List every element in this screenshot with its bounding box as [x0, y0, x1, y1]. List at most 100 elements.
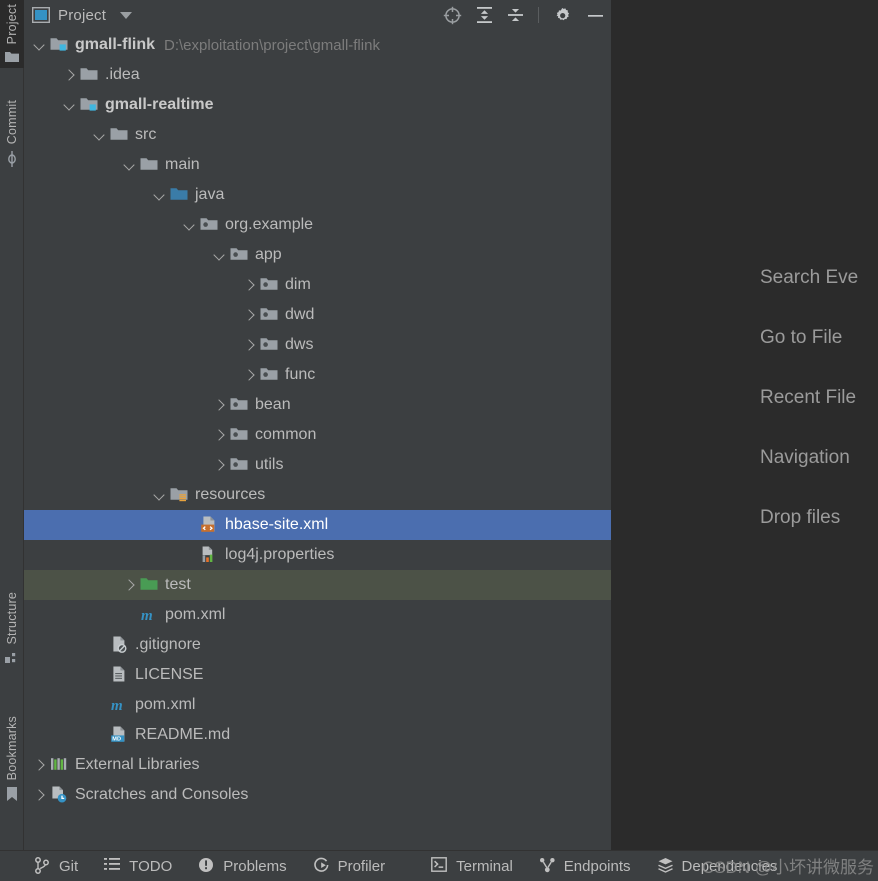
tree-row-label: resources — [195, 486, 266, 503]
chevron-down-icon[interactable] — [93, 128, 105, 141]
expand-all-icon[interactable] — [476, 6, 493, 24]
strip-item-bookmarks[interactable]: Bookmarks — [0, 712, 24, 807]
tree-row[interactable]: bean — [24, 390, 611, 420]
status-item-git[interactable]: Git — [34, 857, 78, 875]
svg-text:m: m — [111, 698, 123, 713]
libraries-icon — [50, 756, 68, 774]
tree-row[interactable]: gmall-realtime — [24, 90, 611, 120]
tree-row[interactable]: gmall-flink D:\exploitation\project\gmall… — [24, 30, 611, 60]
tree-row[interactable]: log4j.properties — [24, 540, 611, 570]
tree-row[interactable]: .gitignore — [24, 630, 611, 660]
module-folder-icon — [50, 36, 68, 54]
strip-item-structure[interactable]: Structure — [0, 588, 24, 669]
status-item-endpoints[interactable]: Endpoints — [539, 857, 631, 875]
strip-item-commit[interactable]: Commit — [0, 96, 24, 172]
ide-window: Project Commit Structure Bookmarks Proje… — [0, 0, 878, 881]
problems-icon — [198, 857, 216, 875]
hint-recent-files: Recent File — [760, 387, 857, 408]
tree-row[interactable]: m pom.xml — [24, 690, 611, 720]
chevron-right-icon[interactable] — [243, 338, 255, 351]
chevron-down-icon[interactable] — [183, 218, 195, 231]
tree-row[interactable]: LICENSE — [24, 660, 611, 690]
chevron-down-icon[interactable] — [120, 11, 133, 19]
svg-text:m: m — [141, 608, 153, 623]
status-item-terminal[interactable]: Terminal — [431, 857, 513, 875]
chevron-down-icon[interactable] — [123, 158, 135, 171]
folder-icon — [140, 156, 158, 174]
tree-row-label: src — [135, 126, 157, 143]
tree-row[interactable]: hbase-site.xml — [24, 510, 611, 540]
chevron-right-icon[interactable] — [123, 578, 135, 591]
tree-row[interactable]: java — [24, 180, 611, 210]
chevron-right-icon[interactable] — [243, 368, 255, 381]
tree-row-label: org.example — [225, 216, 314, 233]
status-item-dependencies-label: Dependencies — [681, 857, 778, 875]
tree-row-label: dwd — [285, 306, 315, 323]
status-item-todo[interactable]: TODO — [104, 857, 172, 875]
toolbar-divider — [538, 7, 539, 23]
tree-row-label: test — [165, 576, 191, 593]
tree-row[interactable]: src — [24, 120, 611, 150]
editor-hints: Search Eve Go to File Recent File Naviga… — [611, 248, 878, 548]
status-item-profiler-label: Profiler — [337, 857, 386, 875]
tree-row-label: dim — [285, 276, 311, 293]
status-item-profiler[interactable]: Profiler — [313, 857, 386, 875]
tree-row[interactable]: MD README.md — [24, 720, 611, 750]
tree-row[interactable]: org.example — [24, 210, 611, 240]
test-root-folder-icon — [140, 576, 158, 594]
chevron-right-icon[interactable] — [213, 428, 225, 441]
tree-row-label: bean — [255, 396, 291, 413]
chevron-down-icon[interactable] — [33, 38, 45, 51]
tree-row-label: .gitignore — [135, 636, 201, 653]
chevron-right-icon[interactable] — [63, 68, 75, 81]
select-opened-file-icon[interactable] — [443, 6, 462, 25]
settings-gear-icon[interactable] — [553, 6, 572, 25]
status-item-git-label: Git — [59, 857, 79, 875]
left-tool-strip: Project Commit Structure Bookmarks — [0, 0, 24, 850]
tree-row[interactable]: common — [24, 420, 611, 450]
tree-row[interactable]: resources — [24, 480, 611, 510]
hide-icon[interactable] — [586, 6, 605, 25]
folder-icon — [110, 126, 128, 144]
tree-row[interactable]: Scratches and Consoles — [24, 780, 611, 810]
tree-row[interactable]: main — [24, 150, 611, 180]
chevron-down-icon[interactable] — [153, 188, 165, 201]
tree-row[interactable]: app — [24, 240, 611, 270]
chevron-down-icon[interactable] — [153, 488, 165, 501]
tree-row[interactable]: test — [24, 570, 611, 600]
status-item-dependencies[interactable]: Dependencies — [657, 857, 778, 875]
profiler-icon — [313, 857, 331, 875]
chevron-right-icon[interactable] — [33, 758, 45, 771]
strip-item-project[interactable]: Project — [0, 0, 24, 69]
chevron-down-icon[interactable] — [213, 248, 225, 261]
collapse-all-icon[interactable] — [507, 6, 524, 24]
hint-navigation: Navigation — [760, 447, 850, 468]
chevron-right-icon[interactable] — [213, 398, 225, 411]
chevron-right-icon[interactable] — [213, 458, 225, 471]
tree-row[interactable]: utils — [24, 450, 611, 480]
chevron-down-icon[interactable] — [63, 98, 75, 111]
package-icon — [260, 336, 278, 354]
chevron-right-icon[interactable] — [243, 308, 255, 321]
text-file-icon — [110, 666, 128, 684]
editor-area: Search Eve Go to File Recent File Naviga… — [611, 0, 878, 850]
tree-row[interactable]: m pom.xml — [24, 600, 611, 630]
status-item-problems[interactable]: Problems — [198, 857, 287, 875]
tree-row[interactable]: .idea — [24, 60, 611, 90]
tree-row[interactable]: dwd — [24, 300, 611, 330]
chevron-right-icon[interactable] — [33, 788, 45, 801]
tree-row-label: java — [195, 186, 225, 203]
tree-row[interactable]: dws — [24, 330, 611, 360]
resource-root-folder-icon — [170, 486, 188, 504]
tree-row[interactable]: dim — [24, 270, 611, 300]
tree-row[interactable]: func — [24, 360, 611, 390]
chevron-right-icon[interactable] — [243, 278, 255, 291]
project-tree[interactable]: gmall-flink D:\exploitation\project\gmall… — [24, 30, 611, 850]
package-icon — [260, 366, 278, 384]
tree-row-label: pom.xml — [135, 696, 196, 713]
maven-file-icon: m — [140, 606, 158, 624]
scratches-icon — [50, 786, 68, 804]
tree-row[interactable]: External Libraries — [24, 750, 611, 780]
svg-text:MD: MD — [112, 737, 121, 743]
project-panel-title: Project — [58, 6, 107, 24]
